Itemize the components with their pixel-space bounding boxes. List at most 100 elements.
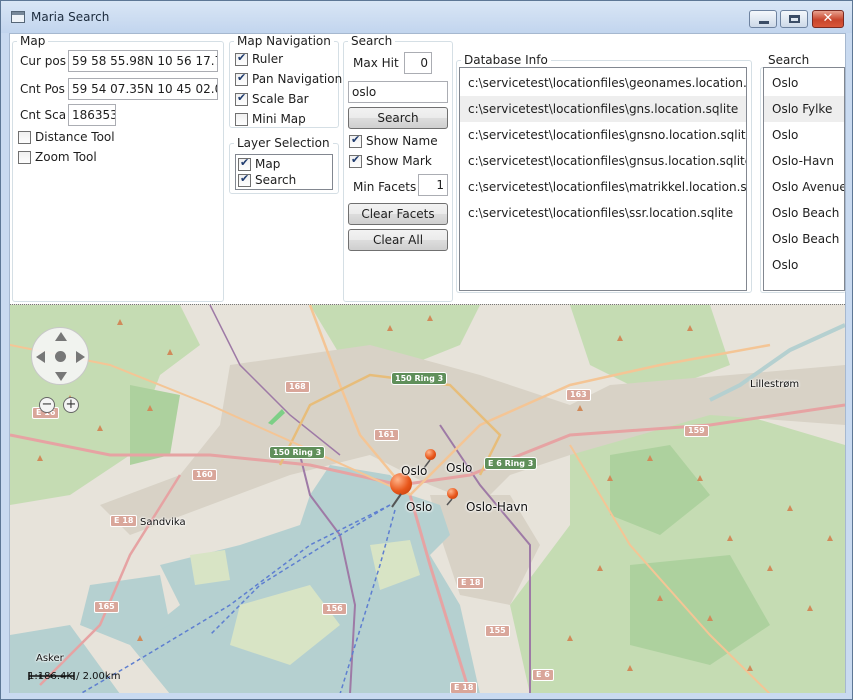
place-label: Sandvika: [140, 517, 186, 528]
road-shield: 156: [322, 603, 347, 615]
checkbox-box: [235, 91, 248, 106]
cur-pos-label: Cur pos: [20, 54, 66, 68]
cnt-sca-label: Cnt Sca: [20, 108, 67, 122]
search-match-item[interactable]: Oslo Fylke: [764, 96, 844, 122]
minimize-button[interactable]: [749, 10, 777, 28]
pan-control[interactable]: [31, 327, 89, 385]
road-shield: 159: [684, 425, 709, 437]
checkbox-box: [349, 133, 362, 148]
database-list-item[interactable]: c:\servicetest\locationfiles\gnsno.locat…: [460, 122, 746, 148]
road-shield: E 18: [450, 682, 478, 693]
checkbox-box: [238, 172, 251, 187]
layer-search-checkbox[interactable]: Search: [238, 172, 296, 187]
pan-navigation-checkbox[interactable]: Pan Navigation: [235, 71, 343, 86]
road-shield: 155: [485, 625, 510, 637]
min-facets-field[interactable]: 1: [418, 174, 448, 196]
search-result-pin[interactable]: [425, 449, 436, 460]
search-match-item[interactable]: Oslo Beach: [764, 200, 844, 226]
min-facets-label: Min Facets: [353, 180, 417, 194]
search-match-item[interactable]: Oslo Beach: [764, 226, 844, 252]
show-name-checkbox[interactable]: Show Name: [349, 133, 438, 148]
zoom-tool-label: Zoom Tool: [35, 150, 97, 164]
max-hit-field[interactable]: 0: [404, 52, 432, 74]
search-legend: Search: [351, 34, 393, 48]
search-match-item[interactable]: Oslo: [764, 122, 844, 148]
database-list[interactable]: c:\servicetest\locationfiles\geonames.lo…: [459, 67, 747, 291]
scale-ruler-icon: [28, 672, 75, 680]
pan-up-icon[interactable]: [55, 332, 67, 341]
checkbox-box: [18, 150, 31, 164]
layer-selection-legend: Layer Selection: [237, 136, 330, 150]
search-match-item[interactable]: Oslo: [764, 70, 844, 96]
checkbox-box: [349, 153, 362, 168]
scale-bar-checkbox[interactable]: Scale Bar: [235, 91, 309, 106]
mini-map-checkbox[interactable]: Mini Map: [235, 112, 306, 126]
checkbox-box: [235, 71, 248, 86]
scale-bar-label: Scale Bar: [252, 92, 309, 106]
pan-right-icon[interactable]: [76, 351, 85, 363]
minimize-icon: [759, 21, 769, 24]
pan-down-icon[interactable]: [55, 372, 67, 381]
show-mark-label: Show Mark: [366, 154, 432, 168]
search-result-label: Oslo: [401, 464, 428, 478]
ruler-checkbox[interactable]: Ruler: [235, 51, 283, 66]
layer-map-checkbox[interactable]: Map: [238, 156, 280, 171]
pan-center-icon[interactable]: [55, 351, 66, 362]
road-shield: 161: [374, 429, 399, 441]
search-query-input[interactable]: oslo: [348, 81, 448, 103]
search-group: Search: [343, 34, 453, 302]
search-result-label: Oslo: [406, 500, 433, 514]
search-result-pin[interactable]: [447, 488, 458, 499]
mini-map-label: Mini Map: [252, 112, 306, 126]
clear-facets-button[interactable]: Clear Facets: [348, 203, 448, 225]
search-match-item[interactable]: Oslo Avenue: [764, 174, 844, 200]
road-shield: 150 Ring 3: [269, 446, 326, 459]
road-shield: E 18: [110, 515, 138, 527]
search-button[interactable]: Search: [348, 107, 448, 129]
map-view[interactable]: 150 Ring 3 150 Ring 3 E 6 Ring 3 168 160…: [10, 304, 845, 693]
search-match-item[interactable]: Oslo-Havn: [764, 148, 844, 174]
database-list-item[interactable]: c:\servicetest\locationfiles\gns.locatio…: [460, 96, 746, 122]
road-shield: 168: [285, 381, 310, 393]
database-list-item[interactable]: c:\servicetest\locationfiles\geonames.lo…: [460, 70, 746, 96]
search-result-label: Oslo-Havn: [466, 500, 529, 514]
place-label: Lillestrøm: [750, 379, 800, 390]
cnt-pos-field[interactable]: 59 54 07.35N 10 45 02.07E: [68, 78, 218, 100]
zoom-out-button[interactable]: −: [39, 397, 55, 413]
road-shield: 150 Ring 3: [391, 372, 448, 385]
search-match-list[interactable]: Oslo Oslo Fylke Oslo Oslo-Havn Oslo Aven…: [763, 67, 845, 291]
zoom-tool-checkbox[interactable]: Zoom Tool: [18, 150, 97, 164]
clear-all-button[interactable]: Clear All: [348, 229, 448, 251]
pan-navigation-label: Pan Navigation: [252, 72, 343, 86]
database-list-item[interactable]: c:\servicetest\locationfiles\ssr.locatio…: [460, 200, 746, 226]
maximize-icon: [789, 15, 800, 23]
show-name-label: Show Name: [366, 134, 438, 148]
pan-left-icon[interactable]: [36, 351, 45, 363]
road-shield: 165: [94, 601, 119, 613]
road-shield: 163: [566, 389, 591, 401]
show-mark-checkbox[interactable]: Show Mark: [349, 153, 432, 168]
map-navigation-legend: Map Navigation: [237, 34, 331, 48]
database-info-legend: Database Info: [464, 53, 548, 67]
client-area: Map Cur pos 59 58 55.98N 10 56 17.76E Cn…: [9, 33, 846, 693]
map-group: Map: [12, 34, 224, 302]
map-group-legend: Map: [20, 34, 46, 48]
distance-tool-checkbox[interactable]: Distance Tool: [18, 130, 115, 144]
place-label: Asker: [36, 653, 64, 664]
map-canvas: [10, 305, 845, 693]
cur-pos-field[interactable]: 59 58 55.98N 10 56 17.76E: [68, 50, 218, 72]
distance-tool-label: Distance Tool: [35, 130, 115, 144]
search-match-item[interactable]: Oslo: [764, 252, 844, 278]
checkbox-box: [18, 130, 31, 144]
database-list-item[interactable]: c:\servicetest\locationfiles\gnsus.locat…: [460, 148, 746, 174]
title-bar[interactable]: Maria Search ✕: [1, 1, 852, 33]
close-button[interactable]: ✕: [812, 10, 844, 28]
cnt-sca-field[interactable]: 186353: [68, 104, 116, 126]
maximize-button[interactable]: [780, 10, 808, 28]
max-hit-label: Max Hit: [353, 56, 399, 70]
database-list-item[interactable]: c:\servicetest\locationfiles\matrikkel.l…: [460, 174, 746, 200]
road-shield: 160: [192, 469, 217, 481]
road-shield: E 6: [532, 669, 554, 681]
close-icon: ✕: [822, 11, 834, 26]
zoom-in-button[interactable]: +: [63, 397, 79, 413]
